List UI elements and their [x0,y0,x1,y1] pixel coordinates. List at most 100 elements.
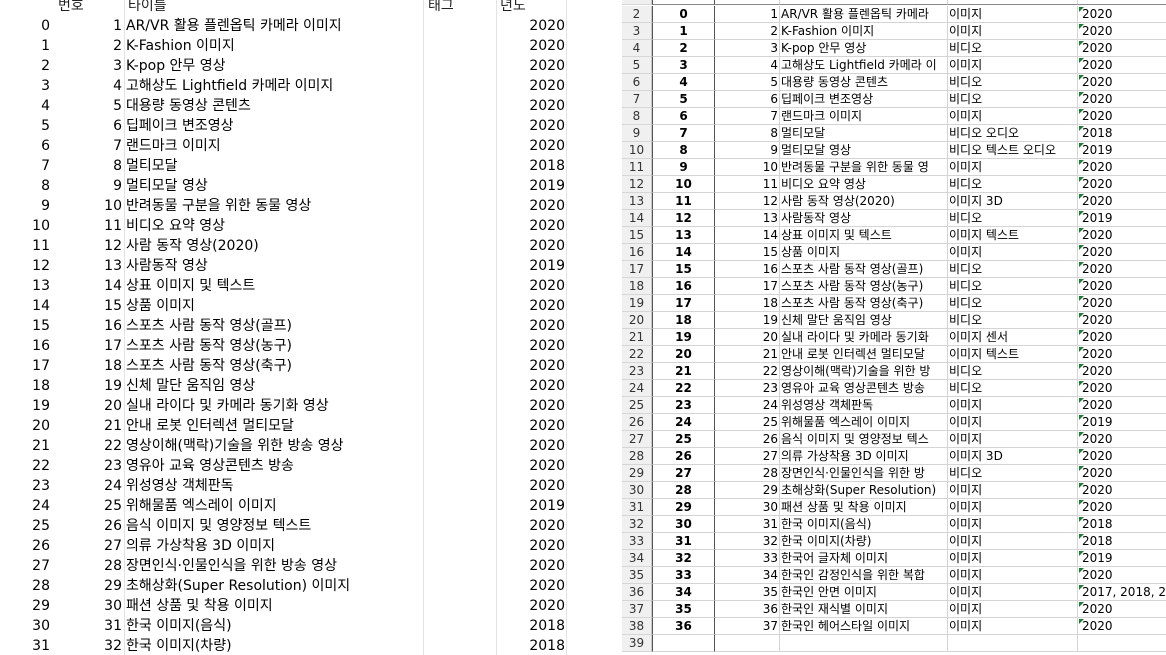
cell-num[interactable]: 14 [715,227,780,244]
row-header[interactable]: 24 [622,380,652,397]
cell-title[interactable]: 스포츠 사람 동작 영상(농구) [780,278,948,295]
cell-year[interactable]: 2020 [1078,91,1166,108]
cell-year[interactable]: 2020 [1078,57,1166,74]
cell-tag[interactable]: 비디오 [948,295,1078,312]
row-header[interactable]: 30 [622,482,652,499]
cell-title[interactable]: 스포츠 사람 동작 영상(골프) [780,261,948,278]
cell-title[interactable]: 초해상화(Super Resolution) [780,482,948,499]
cell-year[interactable]: 2019 [1078,142,1166,159]
cell-title[interactable]: 장면인식·인물인식을 위한 방 [780,465,948,482]
cell-tag[interactable]: 비디오 [948,74,1078,91]
cell-title[interactable]: 랜드마크 이미지 [780,108,948,125]
cell-title[interactable]: 한국 이미지(음식) [780,516,948,533]
cell-year[interactable] [1078,635,1166,652]
cell-title[interactable]: K-pop 안무 영상 [780,40,948,57]
row-header[interactable]: 16 [622,244,652,261]
cell-num[interactable]: 33 [715,550,780,567]
cell-num[interactable]: 37 [715,618,780,635]
cell-title[interactable]: 반려동물 구분을 위한 동물 영 [780,159,948,176]
cell-tag[interactable]: 이미지 [948,601,1078,618]
row-header[interactable]: 23 [622,363,652,380]
cell-index[interactable]: 9 [652,159,715,176]
cell-num[interactable]: 9 [715,142,780,159]
cell-index[interactable]: 32 [652,550,715,567]
cell-year[interactable]: 2017, 2018, 20 [1078,584,1166,601]
cell-index[interactable]: 14 [652,244,715,261]
cell-num[interactable]: 32 [715,533,780,550]
cell-year[interactable]: 2020 [1078,295,1166,312]
cell-year[interactable]: 2020 [1078,6,1166,23]
cell-num[interactable]: 22 [715,363,780,380]
cell-index[interactable]: 22 [652,380,715,397]
cell-title[interactable]: 한국 이미지(차량) [780,533,948,550]
cell-num[interactable]: 24 [715,397,780,414]
cell-title[interactable]: 실내 라이다 및 카메라 동기화 [780,329,948,346]
cell-title[interactable]: 한국인 재식별 이미지 [780,601,948,618]
cell-index[interactable]: 19 [652,329,715,346]
cell-tag[interactable]: 비디오 [948,176,1078,193]
cell-num[interactable]: 7 [715,108,780,125]
cell-index[interactable]: 34 [652,584,715,601]
row-header[interactable]: 13 [622,193,652,210]
cell-year[interactable]: 2020 [1078,567,1166,584]
cell-index[interactable]: 17 [652,295,715,312]
cell-num[interactable]: 19 [715,312,780,329]
cell-year[interactable]: 2020 [1078,312,1166,329]
row-header[interactable]: 6 [622,74,652,91]
row-header[interactable]: 21 [622,329,652,346]
cell-num[interactable]: 31 [715,516,780,533]
cell-tag[interactable]: 이미지 [948,23,1078,40]
cell-tag[interactable]: 비디오 [948,380,1078,397]
cell-num[interactable]: 10 [715,159,780,176]
row-header[interactable]: 18 [622,278,652,295]
cell-tag[interactable]: 비디오 [948,363,1078,380]
cell-index[interactable]: 3 [652,57,715,74]
row-header[interactable]: 25 [622,397,652,414]
cell-tag[interactable]: 이미지 센서 [948,329,1078,346]
cell-tag[interactable]: 이미지 [948,431,1078,448]
cell-title[interactable]: 패션 상품 및 착용 이미지 [780,499,948,516]
cell-tag[interactable] [948,635,1078,652]
cell-num[interactable]: 23 [715,380,780,397]
cell-year[interactable]: 2020 [1078,244,1166,261]
cell-num[interactable]: 17 [715,278,780,295]
row-header[interactable]: 26 [622,414,652,431]
cell-num[interactable]: 36 [715,601,780,618]
cell-tag[interactable]: 이미지 [948,6,1078,23]
cell-index[interactable]: 6 [652,108,715,125]
cell-year[interactable]: 2020 [1078,261,1166,278]
cell-num[interactable]: 34 [715,567,780,584]
cell-index[interactable]: 30 [652,516,715,533]
cell-year[interactable]: 2018 [1078,516,1166,533]
cell-title[interactable]: 음식 이미지 및 영양정보 텍스 [780,431,948,448]
cell-tag[interactable]: 이미지 [948,618,1078,635]
cell-title[interactable]: 고해상도 Lightfield 카메라 이 [780,57,948,74]
cell-index[interactable]: 2 [652,40,715,57]
cell-tag[interactable]: 이미지 텍스트 [948,227,1078,244]
cell-num[interactable]: 16 [715,261,780,278]
row-header[interactable]: 14 [622,210,652,227]
cell-title[interactable]: 한국인 안면 이미지 [780,584,948,601]
cell-index[interactable]: 21 [652,363,715,380]
cell-title[interactable]: 대용량 동영상 콘텐츠 [780,74,948,91]
cell-num[interactable]: 1 [715,6,780,23]
row-header[interactable]: 32 [622,516,652,533]
header-cell[interactable] [715,0,780,5]
cell-num[interactable]: 20 [715,329,780,346]
cell-year[interactable]: 2020 [1078,431,1166,448]
cell-tag[interactable]: 이미지 텍스트 [948,346,1078,363]
cell-year[interactable]: 2019 [1078,210,1166,227]
row-header[interactable]: 22 [622,346,652,363]
cell-index[interactable]: 5 [652,91,715,108]
cell-tag[interactable]: 비디오 [948,261,1078,278]
cell-year[interactable]: 2020 [1078,397,1166,414]
cell-year[interactable]: 2020 [1078,499,1166,516]
cell-year[interactable]: 2020 [1078,159,1166,176]
cell-title[interactable] [780,635,948,652]
cell-year[interactable]: 2020 [1078,601,1166,618]
cell-num[interactable]: 29 [715,482,780,499]
cell-year[interactable]: 2019 [1078,414,1166,431]
row-header[interactable]: 20 [622,312,652,329]
cell-tag[interactable]: 비디오 [948,465,1078,482]
row-header[interactable]: 34 [622,550,652,567]
